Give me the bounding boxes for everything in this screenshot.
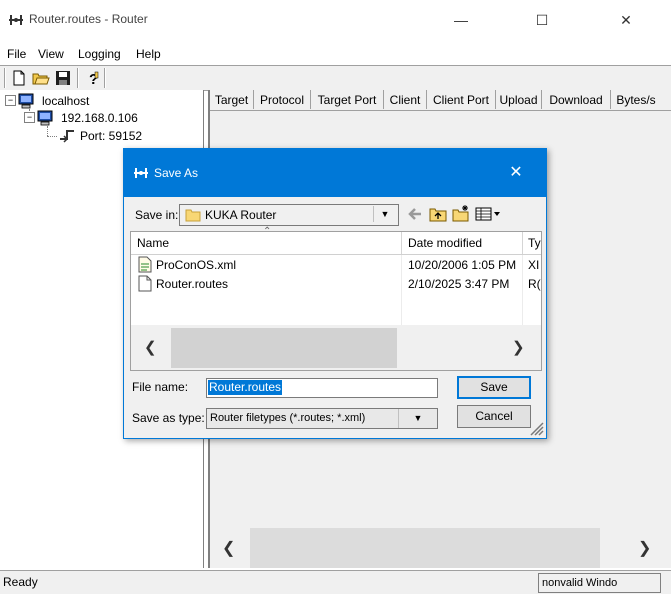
computer-icon bbox=[37, 110, 53, 126]
status-panel: nonvalid Windo bbox=[538, 573, 661, 593]
file-list: Name ⌃ Date modified Ty ProConOS.xml 10/… bbox=[130, 226, 542, 371]
file-type: R( bbox=[528, 277, 541, 291]
tree-node-localhost[interactable]: localhost bbox=[42, 94, 89, 108]
file-name-value: Router.routes bbox=[208, 380, 283, 395]
scroll-right-arrow-icon[interactable]: ❯ bbox=[638, 538, 651, 558]
column-target-port[interactable]: Target Port bbox=[311, 90, 384, 109]
computer-icon bbox=[18, 93, 34, 109]
menu-view[interactable]: View bbox=[38, 47, 64, 61]
status-bar: Ready nonvalid Windo bbox=[0, 570, 671, 594]
scroll-left-arrow-icon[interactable]: ❮ bbox=[144, 338, 157, 356]
cancel-button[interactable]: Cancel bbox=[457, 405, 531, 428]
open-folder-icon[interactable] bbox=[32, 69, 50, 87]
save-as-type-label: Save as type: bbox=[132, 411, 205, 425]
file-name-input[interactable]: Router.routes bbox=[206, 378, 438, 398]
column-type[interactable]: Ty bbox=[528, 236, 541, 250]
dialog-title-bar: Save As ✕ bbox=[124, 149, 546, 197]
chevron-down-icon[interactable]: ▼ bbox=[398, 409, 437, 428]
file-name: Router.routes bbox=[156, 277, 229, 291]
file-type: XI bbox=[528, 258, 540, 272]
close-button[interactable]: ✕ bbox=[611, 8, 641, 32]
tree-line bbox=[47, 126, 48, 136]
new-file-icon[interactable] bbox=[10, 69, 28, 87]
folder-icon bbox=[185, 209, 201, 222]
menu-file[interactable]: File bbox=[7, 47, 26, 61]
column-bytes-per-sec[interactable]: Bytes/s bbox=[611, 90, 661, 109]
window-title: Router.routes - Router bbox=[29, 12, 148, 26]
xml-file-icon bbox=[138, 256, 152, 273]
collapse-toggle[interactable]: − bbox=[5, 95, 16, 106]
chevron-down-icon[interactable]: ▼ bbox=[373, 206, 396, 222]
scroll-right-arrow-icon[interactable]: ❯ bbox=[512, 338, 525, 356]
column-upload[interactable]: Upload bbox=[496, 90, 542, 109]
column-protocol[interactable]: Protocol bbox=[254, 90, 311, 109]
save-as-dialog: Save As ✕ Save in: KUKA Router ▼ Name ⌃ … bbox=[123, 148, 547, 439]
save-icon[interactable] bbox=[54, 69, 72, 87]
column-name[interactable]: Name bbox=[137, 236, 169, 250]
column-target[interactable]: Target bbox=[210, 90, 254, 109]
router-app-icon bbox=[134, 168, 148, 178]
column-client-port[interactable]: Client Port bbox=[427, 90, 496, 109]
save-in-dropdown[interactable]: KUKA Router ▼ bbox=[179, 204, 399, 226]
file-icon bbox=[138, 275, 152, 292]
menu-help[interactable]: Help bbox=[136, 47, 161, 61]
column-date-modified[interactable]: Date modified bbox=[408, 236, 482, 250]
file-name: ProConOS.xml bbox=[156, 258, 237, 272]
new-folder-icon[interactable] bbox=[452, 204, 470, 222]
save-in-label: Save in: bbox=[135, 208, 179, 222]
list-item[interactable]: ProConOS.xml 10/20/2006 1:05 PM XI bbox=[131, 256, 541, 274]
file-list-scroll-thumb[interactable] bbox=[171, 328, 397, 368]
file-date: 2/10/2025 3:47 PM bbox=[408, 277, 510, 291]
menu-logging[interactable]: Logging bbox=[78, 47, 121, 61]
file-name-label: File name: bbox=[132, 380, 189, 394]
file-list-body: ProConOS.xml 10/20/2006 1:05 PM XI Route… bbox=[131, 255, 541, 325]
menu-bar: File View Logging Help bbox=[0, 44, 671, 64]
router-app-icon bbox=[9, 15, 23, 25]
title-bar: Router.routes - Router — ☐ ✕ bbox=[0, 0, 671, 40]
toolbar-divider bbox=[104, 68, 106, 88]
view-menu-icon[interactable] bbox=[475, 206, 501, 222]
help-icon[interactable]: ? bbox=[84, 69, 102, 87]
tree-node-port[interactable]: Port: 59152 bbox=[80, 129, 142, 143]
dialog-title: Save As bbox=[154, 166, 199, 180]
toolbar-divider bbox=[77, 68, 79, 88]
toolbar-divider bbox=[4, 68, 6, 88]
file-date: 10/20/2006 1:05 PM bbox=[408, 258, 517, 272]
column-download[interactable]: Download bbox=[542, 90, 611, 109]
save-in-value: KUKA Router bbox=[205, 208, 277, 222]
save-button[interactable]: Save bbox=[457, 376, 531, 399]
toolbar: ? bbox=[0, 65, 671, 91]
minimize-button[interactable]: — bbox=[446, 8, 476, 32]
sort-up-icon: ⌃ bbox=[263, 226, 272, 237]
save-as-type-dropdown[interactable]: Router filetypes (*.routes; *.xml) ▼ bbox=[206, 408, 438, 429]
tree-line bbox=[47, 136, 57, 137]
save-as-type-value: Router filetypes (*.routes; *.xml) bbox=[210, 412, 366, 424]
maximize-button[interactable]: ☐ bbox=[527, 8, 557, 32]
port-icon bbox=[60, 130, 74, 143]
file-list-header: Name ⌃ Date modified Ty bbox=[131, 226, 541, 255]
collapse-toggle[interactable]: − bbox=[24, 112, 35, 123]
tree-node-ip[interactable]: 192.168.0.106 bbox=[61, 111, 138, 125]
dialog-close-icon[interactable]: ✕ bbox=[504, 161, 528, 185]
up-folder-icon[interactable] bbox=[429, 205, 447, 222]
column-divider bbox=[401, 232, 402, 254]
column-divider bbox=[522, 232, 523, 254]
list-item[interactable]: Router.routes 2/10/2025 3:47 PM R( bbox=[131, 275, 541, 293]
back-arrow-icon[interactable] bbox=[407, 206, 423, 222]
resize-grip-icon[interactable] bbox=[528, 420, 544, 436]
routes-column-headers: Target Protocol Target Port Client Clien… bbox=[210, 90, 671, 111]
routes-scrollbar-thumb[interactable] bbox=[250, 528, 600, 568]
column-client[interactable]: Client bbox=[384, 90, 427, 109]
scroll-left-arrow-icon[interactable]: ❮ bbox=[222, 538, 235, 558]
status-text: Ready bbox=[3, 575, 38, 589]
